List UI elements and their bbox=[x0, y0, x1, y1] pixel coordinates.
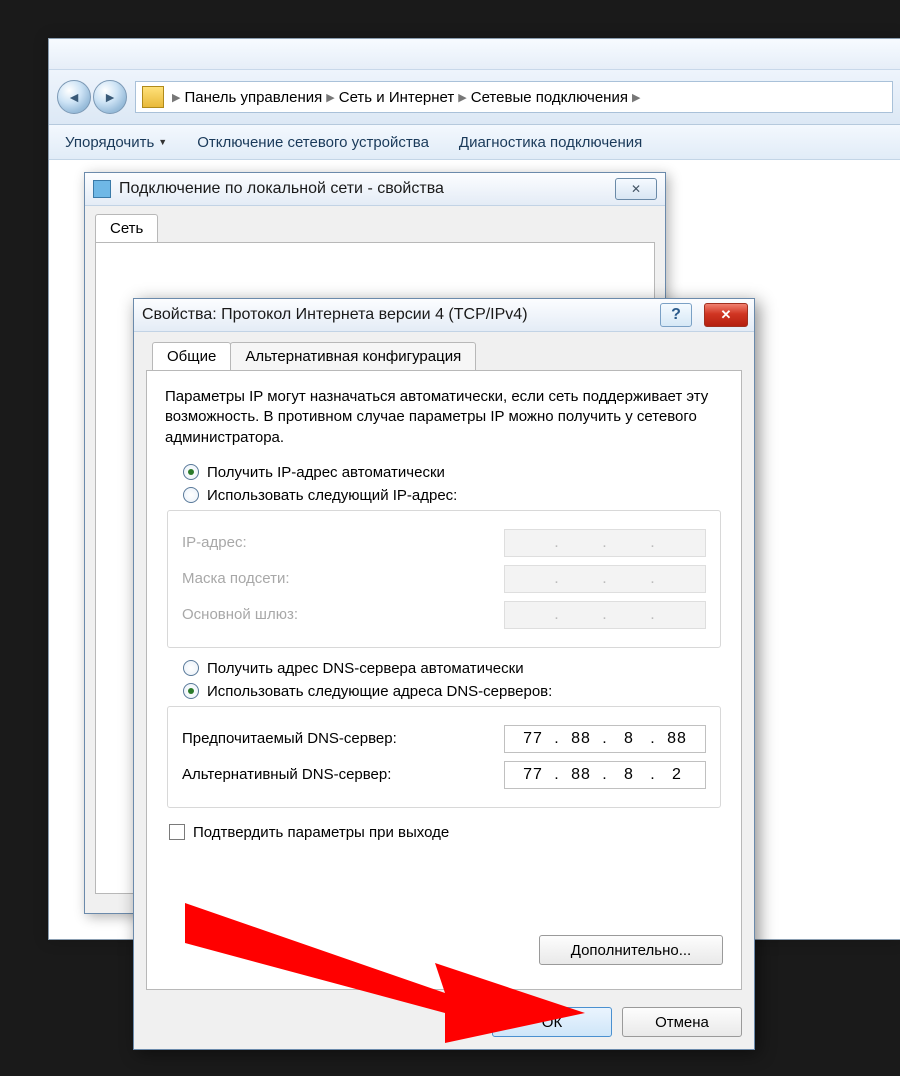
subnet-mask-label: Маска подсети: bbox=[182, 570, 504, 587]
breadcrumb-item[interactable]: Сетевые подключения bbox=[471, 89, 628, 106]
dns-preferred-row: Предпочитаемый DNS-сервер: 77. 88. 8. 88 bbox=[182, 721, 706, 757]
octet: 88 bbox=[658, 730, 696, 748]
gateway-label: Основной шлюз: bbox=[182, 606, 504, 623]
close-button[interactable]: ✕ bbox=[704, 303, 748, 327]
dns-preferred-input[interactable]: 77. 88. 8. 88 bbox=[504, 725, 706, 753]
breadcrumb[interactable]: ▶ Панель управления ▶ Сеть и Интернет ▶ … bbox=[135, 81, 893, 113]
octet: 77 bbox=[514, 766, 552, 784]
gateway-input: ... bbox=[504, 601, 706, 629]
radio-label: Получить адрес DNS-сервера автоматически bbox=[207, 660, 524, 677]
ipv4-panel: Параметры IP могут назначаться автоматич… bbox=[146, 370, 742, 990]
chevron-right-icon: ▶ bbox=[632, 91, 640, 104]
help-button[interactable]: ? bbox=[660, 303, 692, 327]
ip-address-label: IP-адрес: bbox=[182, 534, 504, 551]
tab-general[interactable]: Общие bbox=[152, 342, 231, 370]
toolbar: Упорядочить ▼ Отключение сетевого устрой… bbox=[49, 125, 900, 160]
advanced-button-wrap: Дополнительно... bbox=[539, 935, 723, 965]
ip-address-input: ... bbox=[504, 529, 706, 557]
validate-label: Подтвердить параметры при выходе bbox=[193, 824, 449, 841]
breadcrumb-item[interactable]: Панель управления bbox=[184, 89, 322, 106]
ipv4-titlebar: Свойства: Протокол Интернета версии 4 (T… bbox=[134, 299, 754, 332]
explorer-titlebar bbox=[49, 39, 900, 70]
radio-icon bbox=[183, 464, 199, 480]
radio-icon bbox=[183, 487, 199, 503]
tab-alternate[interactable]: Альтернативная конфигурация bbox=[230, 342, 476, 370]
dns-alternate-label: Альтернативный DNS-сервер: bbox=[182, 766, 504, 783]
validate-checkbox-row[interactable]: Подтвердить параметры при выходе bbox=[165, 824, 723, 841]
subnet-mask-input: ... bbox=[504, 565, 706, 593]
ip-fields-group: IP-адрес: ... Маска подсети: ... Основно… bbox=[167, 510, 721, 648]
back-button[interactable]: ◄ bbox=[57, 80, 91, 114]
description-text: Параметры IP могут назначаться автоматич… bbox=[165, 387, 723, 448]
radio-label: Использовать следующий IP-адрес: bbox=[207, 487, 457, 504]
radio-label: Использовать следующие адреса DNS-сервер… bbox=[207, 683, 552, 700]
ipv4-title: Свойства: Протокол Интернета версии 4 (T… bbox=[142, 306, 652, 324]
cancel-button[interactable]: Отмена bbox=[622, 1007, 742, 1037]
radio-ip-auto[interactable]: Получить IP-адрес автоматически bbox=[165, 464, 723, 481]
dns-fields-group: Предпочитаемый DNS-сервер: 77. 88. 8. 88… bbox=[167, 706, 721, 808]
ipv4-tab-strip: Общие Альтернативная конфигурация bbox=[134, 332, 754, 370]
close-button[interactable]: ✕ bbox=[615, 178, 657, 200]
octet: 77 bbox=[514, 730, 552, 748]
subnet-mask-row: Маска подсети: ... bbox=[182, 561, 706, 597]
dropdown-icon: ▼ bbox=[158, 137, 167, 147]
network-icon bbox=[93, 180, 111, 198]
octet: 88 bbox=[562, 730, 600, 748]
dns-alternate-row: Альтернативный DNS-сервер: 77. 88. 8. 2 bbox=[182, 757, 706, 793]
organize-menu[interactable]: Упорядочить ▼ bbox=[65, 134, 167, 151]
checkbox-icon bbox=[169, 824, 185, 840]
disable-device-button[interactable]: Отключение сетевого устройства bbox=[197, 134, 429, 151]
octet: 8 bbox=[610, 730, 648, 748]
ok-button[interactable]: ОК bbox=[492, 1007, 612, 1037]
dialog-buttons: ОК Отмена bbox=[492, 1007, 742, 1037]
address-bar: ◄ ► ▶ Панель управления ▶ Сеть и Интерне… bbox=[49, 70, 900, 125]
octet: 2 bbox=[658, 766, 696, 784]
control-panel-icon bbox=[142, 86, 164, 108]
chevron-right-icon: ▶ bbox=[326, 91, 334, 104]
chevron-right-icon: ▶ bbox=[458, 91, 466, 104]
properties-titlebar: Подключение по локальной сети - свойства… bbox=[85, 173, 665, 206]
radio-ip-manual[interactable]: Использовать следующий IP-адрес: bbox=[165, 487, 723, 504]
ip-address-row: IP-адрес: ... bbox=[182, 525, 706, 561]
dns-preferred-label: Предпочитаемый DNS-сервер: bbox=[182, 730, 504, 747]
radio-label: Получить IP-адрес автоматически bbox=[207, 464, 445, 481]
diagnose-button[interactable]: Диагностика подключения bbox=[459, 134, 642, 151]
breadcrumb-item[interactable]: Сеть и Интернет bbox=[339, 89, 455, 106]
organize-label: Упорядочить bbox=[65, 134, 154, 151]
properties-title: Подключение по локальной сети - свойства bbox=[119, 180, 607, 198]
radio-icon bbox=[183, 660, 199, 676]
radio-dns-manual[interactable]: Использовать следующие адреса DNS-сервер… bbox=[165, 683, 723, 700]
octet: 88 bbox=[562, 766, 600, 784]
ipv4-properties-dialog: Свойства: Протокол Интернета версии 4 (T… bbox=[133, 298, 755, 1050]
advanced-button[interactable]: Дополнительно... bbox=[539, 935, 723, 965]
nav-buttons: ◄ ► bbox=[57, 80, 127, 114]
forward-button[interactable]: ► bbox=[93, 80, 127, 114]
tab-network[interactable]: Сеть bbox=[95, 214, 158, 242]
radio-dns-auto[interactable]: Получить адрес DNS-сервера автоматически bbox=[165, 660, 723, 677]
tab-strip: Сеть bbox=[85, 206, 665, 242]
chevron-right-icon: ▶ bbox=[172, 91, 180, 104]
octet: 8 bbox=[610, 766, 648, 784]
gateway-row: Основной шлюз: ... bbox=[182, 597, 706, 633]
dns-alternate-input[interactable]: 77. 88. 8. 2 bbox=[504, 761, 706, 789]
radio-icon bbox=[183, 683, 199, 699]
